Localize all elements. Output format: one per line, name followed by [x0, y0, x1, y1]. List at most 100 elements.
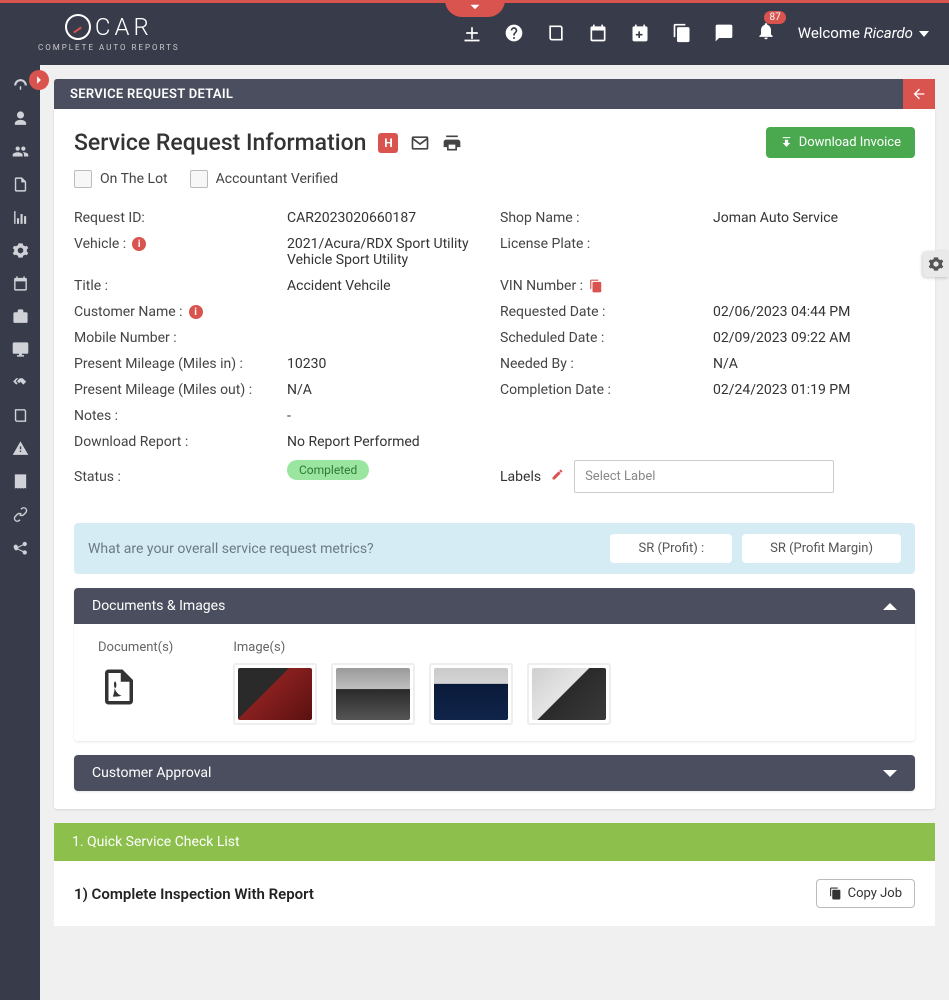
calendar-side-icon[interactable] [12, 275, 29, 292]
chip-profit[interactable]: SR (Profit) : [610, 534, 732, 563]
gauge-icon [65, 14, 91, 40]
vin-label: VIN Number : [500, 278, 713, 294]
request-id-value: CAR2023020660187 [287, 210, 500, 226]
labels-label: Labels [500, 469, 541, 485]
scheduled-label: Scheduled Date : [500, 330, 713, 346]
accountant-verified-checkbox[interactable]: Accountant Verified [190, 170, 338, 188]
download-icon [780, 136, 793, 149]
book-side-icon[interactable] [12, 407, 29, 424]
info-icon[interactable]: i [132, 237, 146, 251]
miles-out-label: Present Mileage (Miles out) : [74, 382, 287, 398]
image-thumbnail-3[interactable] [429, 663, 513, 725]
pull-down-tab[interactable] [445, 0, 505, 17]
main-content: SERVICE REQUEST DETAIL Service Request I… [40, 65, 949, 1000]
documents-panel-header[interactable]: Documents & Images [74, 588, 915, 624]
bell-icon [756, 21, 776, 41]
download-report-label: Download Report : [74, 434, 287, 450]
settings-link-icon[interactable] [12, 242, 29, 259]
warning-icon[interactable] [12, 440, 29, 457]
completion-label: Completion Date : [500, 382, 713, 398]
quick-service-header[interactable]: 1. Quick Service Check List [54, 823, 935, 861]
image-thumbnail-2[interactable] [331, 663, 415, 725]
print-icon[interactable] [442, 133, 462, 153]
briefcase-icon[interactable] [12, 308, 29, 325]
documents-panel: Documents & Images Document(s) Image(s) [74, 588, 915, 741]
calendar-icon[interactable] [588, 23, 608, 43]
notifications[interactable]: 87 [756, 21, 776, 45]
monitor-icon[interactable] [12, 341, 29, 358]
approval-panel: Customer Approval [74, 755, 915, 791]
vehicle-add-icon[interactable] [462, 23, 482, 43]
mail-icon[interactable] [410, 133, 430, 153]
copy-icon[interactable] [589, 279, 603, 293]
calendar-add-icon[interactable] [630, 23, 650, 43]
checkbox-icon [190, 170, 208, 188]
download-invoice-label: Download Invoice [799, 135, 901, 150]
card-heading: Service Request Information [74, 129, 366, 156]
chevron-down-icon [469, 1, 481, 13]
request-id-label: Request ID: [74, 210, 287, 226]
user-icon[interactable] [12, 110, 29, 127]
shop-value: Joman Auto Service [713, 210, 926, 226]
brand-sub: COMPLETE AUTO REPORTS [38, 43, 180, 52]
metrics-question: What are your overall service request me… [88, 541, 374, 557]
status-value-cell: Completed [287, 460, 500, 493]
miles-in-value: 10230 [287, 356, 500, 372]
high-priority-badge: H [378, 133, 398, 153]
pdf-document[interactable] [98, 663, 140, 711]
page-title: SERVICE REQUEST DETAIL [70, 87, 233, 102]
download-report-value: No Report Performed [287, 434, 926, 450]
image-thumbnail-4[interactable] [527, 663, 611, 725]
caret-down-icon [919, 31, 929, 37]
labels-select[interactable]: Select Label [574, 460, 834, 493]
images-col: Image(s) [233, 640, 891, 725]
share-icon[interactable] [12, 539, 29, 556]
info-icon[interactable]: i [189, 305, 203, 319]
mobile-label: Mobile Number : [74, 330, 287, 346]
notes-value: - [287, 408, 926, 424]
top-bar: CAR COMPLETE AUTO REPORTS 87 Welcome Ric… [0, 0, 949, 65]
download-invoice-button[interactable]: Download Invoice [766, 127, 915, 158]
title-label: Title : [74, 278, 287, 294]
on-the-lot-label: On The Lot [100, 171, 168, 187]
arrow-left-icon [911, 86, 927, 102]
approval-panel-header[interactable]: Customer Approval [74, 755, 915, 791]
edit-labels-button[interactable] [551, 468, 564, 485]
files-icon[interactable] [672, 23, 692, 43]
collapse-icon [883, 603, 897, 610]
welcome-text: Welcome [798, 24, 864, 42]
dashboard-icon[interactable] [12, 77, 29, 94]
users-icon[interactable] [12, 143, 29, 160]
sidebar-expand-toggle[interactable] [29, 70, 49, 90]
chart-icon[interactable] [12, 209, 29, 226]
title-value: Accident Vehcile [287, 278, 500, 294]
miles-in-label: Present Mileage (Miles in) : [74, 356, 287, 372]
document-icon[interactable] [12, 176, 29, 193]
metrics-chips: SR (Profit) : SR (Profit Margin) [610, 534, 901, 563]
sidebar [0, 65, 40, 1000]
back-button[interactable] [903, 79, 935, 109]
mobile-value [287, 330, 500, 346]
copy-job-label: Copy Job [848, 886, 902, 901]
license-value [713, 236, 926, 268]
book-icon[interactable] [546, 23, 566, 43]
link-icon[interactable] [12, 506, 29, 523]
receipt-icon[interactable] [12, 473, 29, 490]
chat-icon[interactable] [714, 23, 734, 43]
gear-icon [928, 256, 944, 272]
copy-job-button[interactable]: Copy Job [816, 879, 915, 908]
chip-profit-margin[interactable]: SR (Profit Margin) [742, 534, 901, 563]
status-checks: On The Lot Accountant Verified [74, 170, 915, 188]
vehicle-label: Vehicle :i [74, 236, 287, 268]
shop-label: Shop Name : [500, 210, 713, 226]
accountant-verified-label: Accountant Verified [216, 171, 338, 187]
question-icon[interactable] [504, 23, 524, 43]
user-menu[interactable]: Welcome Ricardo [798, 24, 929, 42]
handshake-icon[interactable] [12, 374, 29, 391]
info-card: Service Request Information H Download I… [54, 109, 935, 809]
on-the-lot-checkbox[interactable]: On The Lot [74, 170, 168, 188]
settings-drawer-toggle[interactable] [923, 251, 949, 277]
requested-value: 02/06/2023 04:44 PM [713, 304, 926, 320]
brand-logo[interactable]: CAR COMPLETE AUTO REPORTS [38, 13, 180, 52]
image-thumbnail-1[interactable] [233, 663, 317, 725]
